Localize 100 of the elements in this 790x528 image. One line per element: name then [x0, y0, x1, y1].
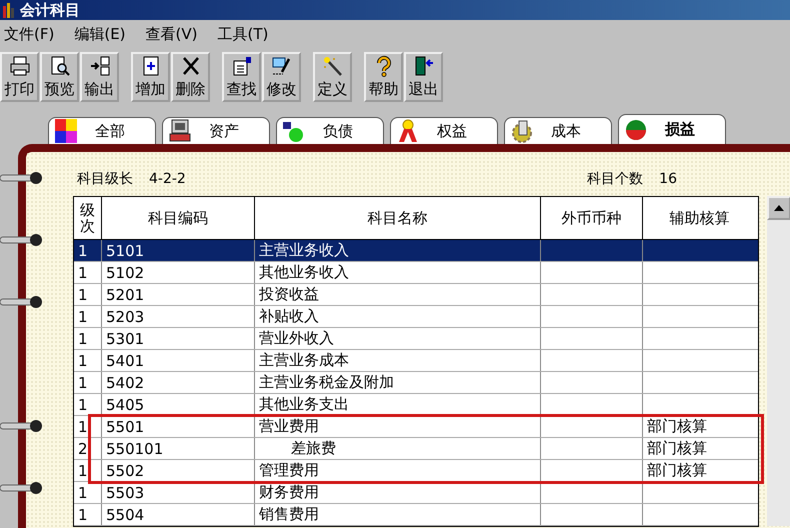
table-cell: 5401 [102, 350, 255, 371]
toolbar-button[interactable]: 定义 [313, 52, 352, 102]
toolbar-button[interactable]: 修改 [262, 52, 301, 102]
preview-icon [48, 55, 70, 77]
table-cell: 1 [74, 262, 102, 283]
computer-icon [167, 119, 193, 143]
table-row[interactable]: 2 550101 差旅费 部门核算 [74, 438, 758, 460]
info-value: 4-2-2 [149, 171, 186, 187]
table-cell: 财务费用 [255, 482, 541, 503]
table-row[interactable]: 1 5102 其他业务收入 [74, 262, 758, 284]
find-icon [230, 55, 252, 77]
table-cell: 差旅费 [255, 438, 541, 459]
menu-item[interactable]: 编辑(E) [74, 24, 126, 44]
table-row[interactable]: 1 5101 主营业务收入 [74, 240, 758, 262]
table-cell: 营业费用 [255, 416, 541, 437]
table-row[interactable]: 1 5201 投资收益 [74, 284, 758, 306]
table-cell: 主营业务收入 [255, 240, 541, 261]
table-row[interactable]: 1 5203 补贴收入 [74, 306, 758, 328]
tab[interactable]: 负债 [276, 117, 384, 144]
table-cell: 1 [74, 372, 102, 393]
toolbar-button[interactable]: 增加 [131, 52, 170, 102]
info-label: 科目级长 [77, 170, 133, 188]
tab[interactable]: 全部 [48, 117, 156, 144]
scroll-up-button[interactable] [767, 196, 790, 220]
table-cell: 5301 [102, 328, 255, 349]
table-row[interactable]: 1 5401 主营业务成本 [74, 350, 758, 372]
table-cell: 主营业务税金及附加 [255, 372, 541, 393]
watermelon-icon [623, 118, 649, 142]
app-icon [2, 2, 16, 18]
table-cell: 5503 [102, 482, 255, 503]
table-cell: 管理费用 [255, 460, 541, 481]
table-cell: 1 [74, 482, 102, 503]
exit-icon [412, 55, 434, 77]
info-value: 16 [659, 171, 677, 187]
tab[interactable]: 成本 [504, 117, 612, 144]
menu-item[interactable]: 工具(T) [218, 24, 268, 44]
table-cell: 5405 [102, 394, 255, 415]
toolbar-button[interactable]: 打印 [0, 52, 39, 102]
toolbar-button[interactable]: 删除 [171, 52, 210, 102]
export-icon [88, 55, 110, 77]
scrollbar[interactable] [767, 196, 790, 526]
table-cell-text: 部门核算 [646, 416, 708, 437]
table-row[interactable]: 1 5504 销售费用 [74, 504, 758, 526]
toolbar-button[interactable]: 查找 [222, 52, 261, 102]
table-cell: 1 [74, 350, 102, 371]
table-cell: 主营业务成本 [255, 350, 541, 371]
toolbar-button[interactable]: 退出 [404, 52, 443, 102]
up-arrow-icon [774, 205, 784, 211]
table-cell: 营业外收入 [255, 328, 541, 349]
table-cell-text: 部门核算 [646, 460, 708, 481]
table-cell: 其他业务收入 [255, 262, 541, 283]
table-cell: 投资收益 [255, 284, 541, 305]
table-cell: 5504 [102, 504, 255, 525]
table-row[interactable]: 1 5402 主营业务税金及附加 [74, 372, 758, 394]
table-cell: 2 [74, 438, 102, 459]
table-cell: 550101 [102, 438, 255, 459]
window-title: 会计科目 [20, 0, 80, 20]
table-cell: 5502 [102, 460, 255, 481]
tab[interactable]: 损益 [618, 114, 726, 144]
table-cell: 其他业务支出 [255, 394, 541, 415]
table-row[interactable]: 1 5502 管理费用 部门核算 [74, 460, 758, 482]
column-header: 科目编码 [102, 197, 255, 239]
colored-blocks-icon [53, 119, 79, 143]
table-cell: 1 [74, 284, 102, 305]
table-cell: 5101 [102, 240, 255, 261]
column-header: 辅助核算 [668, 208, 730, 228]
table-row[interactable]: 1 5503 财务费用 [74, 482, 758, 504]
wand-icon [322, 55, 344, 77]
table-cell: 1 [74, 416, 102, 437]
gear-icon [509, 119, 535, 143]
table-cell: 1 [74, 306, 102, 327]
toolbar-button[interactable]: 预览 [40, 52, 79, 102]
table-cell: 1 [74, 460, 102, 481]
table-cell: 5102 [102, 262, 255, 283]
column-header: 科目名称 [255, 197, 541, 239]
table-cell: 5201 [102, 284, 255, 305]
edit-icon [270, 55, 292, 77]
table-cell: 5501 [102, 416, 255, 437]
tab[interactable]: 权益 [390, 117, 498, 144]
table-cell: 5402 [102, 372, 255, 393]
column-header: 级次 [74, 197, 102, 239]
menu-item[interactable]: 查看(V) [146, 24, 198, 44]
table-row[interactable]: 1 5301 营业外收入 [74, 328, 758, 350]
toolbar-button[interactable]: 帮助 [364, 52, 403, 102]
info-label: 科目个数 [587, 170, 644, 188]
table-cell: 1 [74, 394, 102, 415]
table-cell-text: 部门核算 [646, 438, 708, 459]
table-cell: 1 [74, 504, 102, 525]
tab[interactable]: 资产 [162, 117, 270, 144]
printer-icon [8, 55, 30, 77]
toolbar-button[interactable]: 输出 [80, 52, 119, 102]
table-cell: 补贴收入 [255, 306, 541, 327]
table-cell: 1 [74, 328, 102, 349]
table-cell: 5203 [102, 306, 255, 327]
table-row[interactable]: 1 5405 其他业务支出 [74, 394, 758, 416]
menu-item[interactable]: 文件(F) [4, 24, 54, 44]
table-row[interactable]: 1 5501 营业费用 部门核算 [74, 416, 758, 438]
table-cell: 1 [74, 240, 102, 261]
table-cell: 销售费用 [255, 504, 541, 525]
column-header: 外币币种 [541, 197, 643, 239]
